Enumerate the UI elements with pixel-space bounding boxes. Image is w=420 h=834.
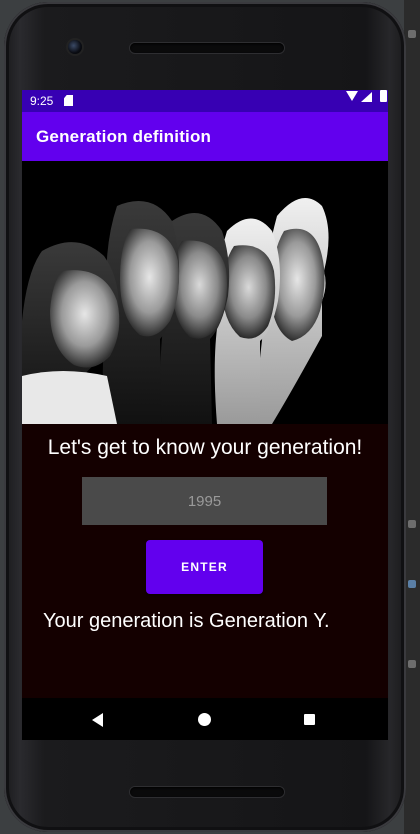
recents-icon[interactable] <box>304 714 315 725</box>
sd-card-icon <box>64 95 73 106</box>
battery-icon <box>380 90 387 102</box>
main-content: Let's get to know your generation! ENTER… <box>22 161 388 698</box>
app-title: Generation definition <box>36 127 212 146</box>
ide-tab-icon <box>408 30 416 38</box>
enter-button[interactable]: ENTER <box>146 540 263 594</box>
navigation-bar <box>22 698 388 740</box>
back-icon[interactable] <box>92 713 103 727</box>
ide-side-panel <box>404 0 420 834</box>
result-text: Your generation is Generation Y. <box>43 610 330 632</box>
ide-tab-icon <box>408 520 416 528</box>
wifi-icon <box>346 91 358 101</box>
birth-year-input[interactable] <box>82 477 327 525</box>
signal-icon <box>361 92 372 102</box>
prompt-text: Let's get to know your generation! <box>47 436 363 459</box>
home-icon[interactable] <box>198 713 211 726</box>
earpiece-speaker <box>130 43 284 53</box>
generation-panel: Let's get to know your generation! ENTER… <box>22 424 388 698</box>
front-camera-icon <box>68 40 82 54</box>
ide-tab-icon <box>408 660 416 668</box>
generations-photo <box>22 161 388 424</box>
app-bar: Generation definition <box>22 112 388 161</box>
phone-screen: 9:25 Generation definition Let's get to … <box>22 90 388 740</box>
bottom-speaker <box>130 787 284 797</box>
status-bar: 9:25 <box>22 90 388 112</box>
ide-tab-icon <box>408 580 416 588</box>
status-time: 9:25 <box>30 94 54 108</box>
